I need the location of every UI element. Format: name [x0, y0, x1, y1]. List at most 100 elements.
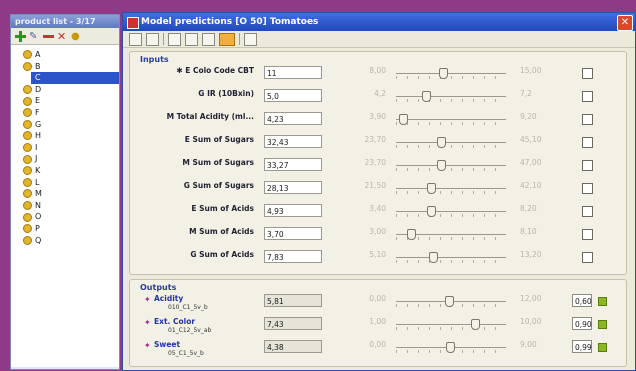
slider-track[interactable] [396, 165, 506, 166]
lock-checkbox[interactable] [582, 229, 593, 240]
lock-checkbox[interactable] [582, 114, 593, 125]
app-icon [127, 17, 139, 29]
lock-checkbox[interactable] [582, 206, 593, 217]
slider-handle[interactable] [444, 296, 454, 307]
range-min: 8,00 [369, 66, 386, 75]
open-icon[interactable] [129, 32, 142, 46]
product-label: Q [35, 235, 42, 245]
input-label: G IR (10Bxin) [198, 89, 254, 98]
range-min: 3,00 [369, 227, 386, 236]
product-icon [23, 166, 32, 176]
close-button[interactable]: ✕ [617, 15, 633, 31]
input-value-field[interactable]: 33,27 [264, 158, 322, 171]
product-list-item[interactable]: J [11, 153, 119, 165]
product-list-item[interactable]: G [11, 119, 119, 131]
slider-handle[interactable] [445, 342, 455, 353]
slider-handle[interactable] [439, 68, 449, 79]
product-list-item[interactable]: B [11, 61, 119, 73]
input-row: G IR (10Bxin) 5,0 4,2 7,2 [130, 89, 626, 105]
dialog-toolbar [123, 31, 635, 48]
product-list-item[interactable]: Q [11, 235, 119, 247]
output-row: ✦ Ext. Color 01_C12_5v_ab 7,43 1,00 10,00 0,90 [130, 317, 626, 334]
input-value-field[interactable]: 11 [264, 66, 322, 79]
slider-handle[interactable] [437, 160, 447, 171]
input-value-field[interactable]: 4,93 [264, 204, 322, 217]
settings-icon[interactable] [244, 32, 257, 46]
input-value-field[interactable]: 4,23 [264, 112, 322, 125]
product-icon [23, 119, 32, 129]
range-max: 9,00 [520, 340, 537, 349]
output-row: ✦ Acidity 010_C1_5v_b 5,81 0,00 12,00 0,60 [130, 294, 626, 311]
product-list-item[interactable]: P [11, 223, 119, 235]
range-min: 21,50 [364, 181, 386, 190]
product-list-item[interactable]: F [11, 107, 119, 119]
product-icon [23, 177, 32, 187]
save-icon[interactable] [146, 32, 159, 46]
product-list-item[interactable]: M [11, 188, 119, 200]
slider-handle[interactable] [471, 319, 481, 330]
slider-handle[interactable] [429, 252, 439, 263]
lock-checkbox[interactable] [582, 252, 593, 263]
product-list-item[interactable]: H [11, 130, 119, 142]
product-list-item[interactable]: E [11, 95, 119, 107]
copy-icon[interactable] [202, 32, 215, 46]
product-icon[interactable]: ● [71, 31, 82, 42]
input-value-field[interactable]: 5,0 [264, 89, 322, 102]
toolbar-separator [163, 33, 164, 45]
range-max: 8,10 [520, 227, 537, 236]
edit-icon[interactable]: ✎ [29, 31, 40, 42]
slider-handle[interactable] [427, 183, 437, 194]
slider-ticks [396, 327, 506, 330]
lock-checkbox[interactable] [582, 68, 593, 79]
slider-track[interactable] [396, 211, 506, 212]
product-label: J [35, 154, 38, 164]
slider-track[interactable] [396, 96, 506, 97]
delete-icon[interactable]: ✕ [57, 31, 68, 42]
product-list-item[interactable]: A [11, 49, 119, 61]
product-list-item[interactable]: K [11, 165, 119, 177]
slider-track[interactable] [396, 119, 506, 120]
range-min: 23,70 [364, 135, 386, 144]
add-icon[interactable] [15, 30, 26, 42]
input-value-field[interactable]: 32,43 [264, 135, 322, 148]
product-label: C [35, 73, 41, 83]
product-list-item[interactable]: C [31, 72, 119, 84]
slider-view-icon[interactable] [219, 32, 235, 46]
product-list-item[interactable]: N [11, 200, 119, 212]
slider-ticks [396, 99, 506, 102]
status-indicator-icon [598, 320, 607, 329]
input-label: E Sum of Sugars [184, 135, 254, 144]
lock-checkbox[interactable] [582, 137, 593, 148]
product-list-item[interactable]: O [11, 211, 119, 223]
input-value-field[interactable]: 7,83 [264, 250, 322, 263]
input-value-field[interactable]: 3,70 [264, 227, 322, 240]
slider-track[interactable] [396, 257, 506, 258]
slider-ticks [396, 214, 506, 217]
print-icon[interactable] [185, 32, 198, 46]
lock-checkbox[interactable] [582, 91, 593, 102]
slider-handle[interactable] [427, 206, 437, 217]
input-row: G Sum of Acids 7,83 5,10 13,20 [130, 250, 626, 266]
product-list-item[interactable]: D [11, 84, 119, 96]
slider-handle[interactable] [421, 91, 431, 102]
slider-track[interactable] [396, 142, 506, 143]
input-value-field[interactable]: 28,13 [264, 181, 322, 194]
slider-handle[interactable] [407, 229, 417, 240]
input-row: M Sum of Sugars 33,27 23,70 47,00 [130, 158, 626, 174]
output-label: Acidity [154, 294, 184, 303]
slider-ticks [396, 260, 506, 263]
slider-track[interactable] [396, 73, 506, 74]
slider-track[interactable] [396, 188, 506, 189]
product-list-item[interactable]: I [11, 142, 119, 154]
run-icon[interactable] [168, 32, 181, 46]
remove-icon[interactable] [43, 31, 54, 42]
slider-ticks [396, 145, 506, 148]
lock-checkbox[interactable] [582, 183, 593, 194]
product-label: H [35, 131, 42, 141]
lock-checkbox[interactable] [582, 160, 593, 171]
product-list-item[interactable]: L [11, 177, 119, 189]
slider-track[interactable] [396, 324, 506, 325]
slider-handle[interactable] [398, 114, 408, 125]
slider-handle[interactable] [437, 137, 447, 148]
product-label: I [35, 142, 38, 152]
